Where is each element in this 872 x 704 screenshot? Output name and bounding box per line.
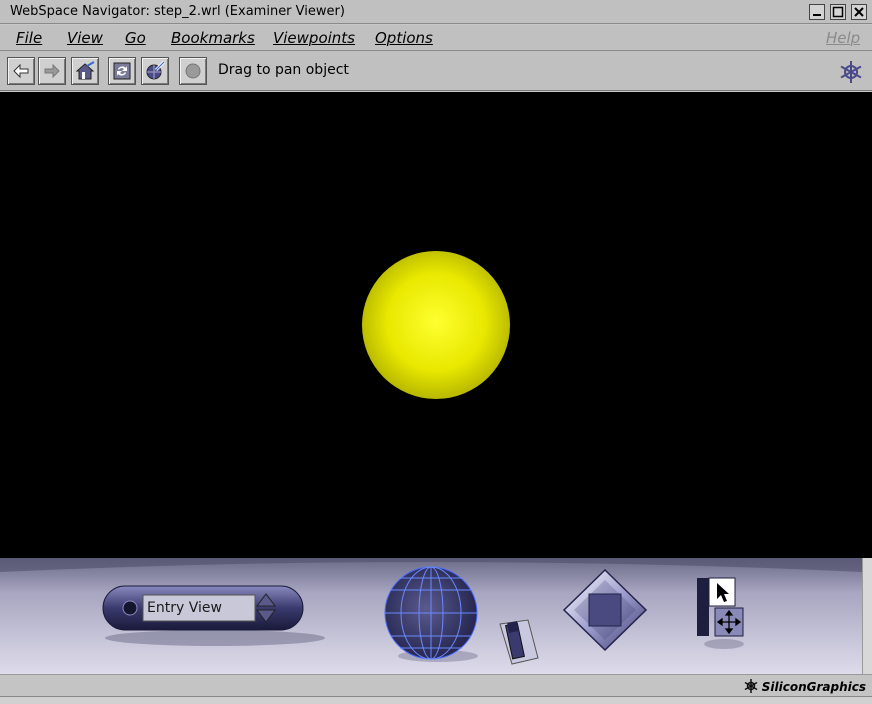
navigation-dashboard — [0, 558, 862, 674]
yellow-sphere[interactable] — [362, 251, 510, 399]
close-icon — [854, 7, 864, 17]
status-text: Drag to pan object — [218, 62, 349, 78]
menu-file[interactable]: File — [16, 29, 42, 47]
window-title: WebSpace Navigator: step_2.wrl (Examiner… — [10, 4, 345, 19]
menu-bookmarks[interactable]: Bookmarks — [171, 29, 255, 47]
toolbar: Drag to pan object — [0, 51, 872, 91]
title-bar: WebSpace Navigator: step_2.wrl (Examiner… — [0, 0, 872, 24]
stop-icon — [185, 63, 201, 79]
reload-icon — [113, 62, 131, 80]
window-bottom-edge — [0, 696, 872, 704]
sgi-logo-icon — [744, 679, 758, 693]
maximize-icon — [832, 6, 844, 18]
arrow-right-icon — [44, 63, 60, 79]
back-button[interactable] — [7, 57, 35, 85]
minimize-button[interactable] — [809, 4, 825, 20]
brand-name: SiliconGraphics — [761, 680, 866, 694]
home-icon — [75, 61, 95, 80]
seek-button[interactable] — [141, 57, 169, 85]
maximize-button[interactable] — [830, 4, 846, 20]
status-bar: SiliconGraphics — [0, 674, 872, 696]
menu-view[interactable]: View — [67, 29, 103, 47]
menu-go[interactable]: Go — [125, 29, 146, 47]
forward-button[interactable] — [38, 57, 66, 85]
menu-help[interactable]: Help — [826, 29, 860, 47]
menu-options[interactable]: Options — [375, 29, 433, 47]
viewpoint-previous-button[interactable] — [122, 600, 138, 616]
menu-viewpoints[interactable]: Viewpoints — [273, 29, 355, 47]
arrow-left-icon — [13, 63, 29, 79]
stop-button[interactable] — [179, 57, 207, 85]
reload-button[interactable] — [108, 57, 136, 85]
menu-bar: File View Go Bookmarks Viewpoints Option… — [0, 25, 872, 51]
sgi-logo-icon — [840, 61, 862, 83]
scene-canvas[interactable] — [0, 92, 872, 558]
globe-pencil-icon — [146, 60, 166, 80]
viewpoint-selector[interactable] — [102, 585, 325, 646]
dashboard-scrollbar[interactable] — [862, 558, 872, 674]
viewpoint-selector-value: Entry View — [147, 600, 222, 616]
brand-label: SiliconGraphics — [743, 678, 866, 694]
close-button[interactable] — [851, 4, 867, 20]
home-button[interactable] — [71, 57, 99, 85]
minimize-icon — [813, 14, 821, 16]
scene-viewport[interactable] — [0, 92, 872, 558]
